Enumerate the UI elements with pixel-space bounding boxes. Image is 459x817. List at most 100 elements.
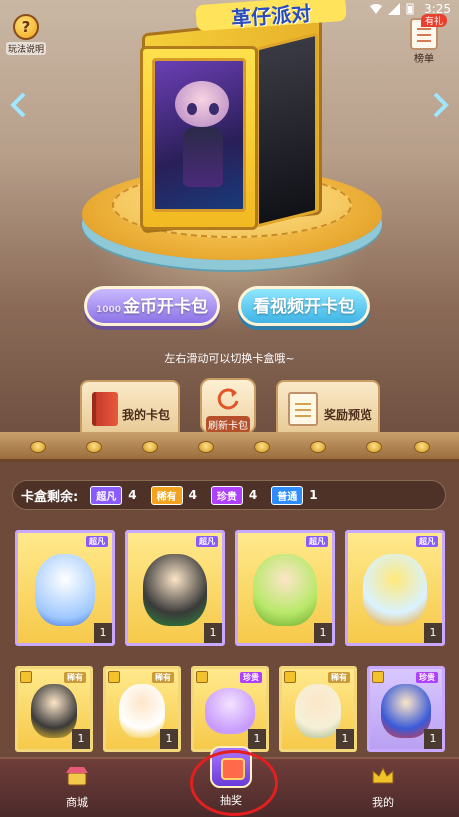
shelf-dot (30, 441, 46, 453)
nav-shop-label: 商城 (66, 796, 88, 809)
card-count: 1 (424, 729, 442, 749)
card-item[interactable]: 珍贵 1 (191, 666, 269, 752)
shelf-dot (142, 441, 158, 453)
card-item[interactable]: 稀有 1 (15, 666, 93, 752)
rarity-count: 1 (309, 488, 318, 502)
card-count: 1 (94, 623, 112, 643)
card-character (363, 554, 427, 627)
rarity-count: 4 (248, 488, 258, 502)
question-icon: ? (13, 14, 39, 40)
coin-open-label: 金币开卡包 (123, 297, 209, 317)
rarity-badge: 超凡 (90, 485, 123, 505)
card-rarity-tag: 超凡 (86, 536, 108, 547)
card-box-title: 革仔派对 (195, 0, 347, 32)
card-item[interactable]: 超凡 1 (235, 530, 335, 646)
card-item[interactable]: 稀有 1 (103, 666, 181, 752)
book-icon (92, 392, 118, 426)
video-open-pack-button[interactable]: 看视频开卡包 (238, 286, 370, 326)
figure-eye (209, 103, 219, 115)
video-open-label: 看视频开卡包 (253, 297, 355, 317)
card-character (119, 683, 165, 738)
card-item[interactable]: 超凡 1 (345, 530, 445, 646)
lock-icon (196, 671, 208, 683)
crown-icon (372, 766, 394, 784)
lock-icon (108, 671, 120, 683)
rarity-badge: 珍贵 (210, 485, 243, 505)
hero-area: 3:25 ? 玩法说明 有礼 榜单 革仔派对 1000 金币开卡包 看视频开卡包 … (0, 0, 459, 440)
card-rarity-tag: 超凡 (416, 536, 438, 547)
card-count: 1 (314, 623, 332, 643)
chevron-left-icon (10, 92, 26, 118)
card-character (35, 554, 95, 627)
card-rarity-tag: 超凡 (196, 536, 218, 547)
highlight-circle (190, 750, 278, 816)
shelf-divider (0, 432, 459, 462)
card-item[interactable]: 珍贵 1 (367, 666, 445, 752)
card-count: 1 (160, 729, 178, 749)
my-packs-button[interactable]: 我的卡包 (80, 380, 180, 434)
card-character (253, 554, 317, 627)
nav-shop[interactable]: 商城 (42, 765, 112, 810)
card-count: 1 (424, 623, 442, 643)
card-rarity-tag: 超凡 (306, 536, 328, 547)
signal-icon (388, 3, 401, 15)
help-label: 玩法说明 (6, 42, 46, 55)
figure-body (183, 127, 223, 187)
shelf-dot (254, 441, 270, 453)
shelf-dot (310, 441, 326, 453)
rarity-count: 4 (128, 488, 137, 502)
card-rarity-tag: 稀有 (64, 672, 86, 683)
clipboard-icon (288, 392, 318, 426)
figure-eye (187, 103, 197, 115)
card-character (295, 683, 341, 738)
lock-icon (372, 671, 384, 683)
swipe-hint: 左右滑动可以切换卡盒哦~ (164, 352, 295, 365)
coin-open-pack-button[interactable]: 1000 金币开卡包 (84, 286, 220, 326)
card-character (31, 683, 77, 738)
next-box-arrow[interactable] (433, 92, 449, 118)
card-rarity-tag: 珍贵 (416, 672, 438, 683)
shelf-dot (86, 441, 102, 453)
shop-icon (66, 767, 88, 786)
figure-head (175, 81, 229, 127)
card-item[interactable]: 超凡 1 (125, 530, 225, 646)
help-button[interactable]: ? 玩法说明 (6, 14, 46, 55)
card-box-figure (152, 58, 246, 212)
rarity-badge: 普通 (271, 485, 304, 505)
card-item[interactable]: 稀有 1 (279, 666, 357, 752)
lock-icon (284, 671, 296, 683)
nav-mine-label: 我的 (372, 796, 394, 809)
card-item[interactable]: 超凡 1 (15, 530, 115, 646)
reward-preview-button[interactable]: 奖励预览 (276, 380, 380, 434)
ranking-button[interactable]: 有礼 榜单 (403, 14, 447, 65)
shelf-dot (414, 441, 430, 453)
shelf-dot (366, 441, 382, 453)
ranking-label: 榜单 (414, 54, 434, 65)
card-count: 1 (336, 729, 354, 749)
card-rarity-tag: 珍贵 (240, 672, 262, 683)
refresh-label: 刷新卡包 (206, 416, 250, 433)
nav-mine[interactable]: 我的 (348, 765, 418, 810)
reward-preview-label: 奖励预览 (324, 408, 373, 422)
card-box-side (256, 32, 318, 228)
rarity-badge: 稀有 (150, 485, 183, 505)
card-count: 1 (204, 623, 222, 643)
my-packs-label: 我的卡包 (122, 408, 171, 422)
prev-box-arrow[interactable] (10, 92, 26, 118)
shelf-dot (198, 441, 214, 453)
lock-icon (20, 671, 32, 683)
card-character (143, 554, 207, 627)
refresh-pack-button[interactable]: 刷新卡包 (200, 378, 256, 434)
card-character (205, 687, 255, 734)
card-rarity-tag: 稀有 (328, 672, 350, 683)
chevron-right-icon (433, 92, 449, 118)
battery-icon (406, 3, 418, 15)
card-count: 1 (72, 729, 90, 749)
refresh-icon (217, 388, 239, 410)
rarity-count: 4 (188, 488, 197, 502)
remaining-title: 卡盒剩余: (21, 489, 79, 505)
box-remaining-bar: 卡盒剩余: 超凡 4 稀有 4 珍贵 4 普通 1 (12, 480, 446, 510)
coin-cost: 1000 (95, 305, 122, 315)
wifi-icon (370, 3, 383, 15)
card-rarity-tag: 稀有 (152, 672, 174, 683)
